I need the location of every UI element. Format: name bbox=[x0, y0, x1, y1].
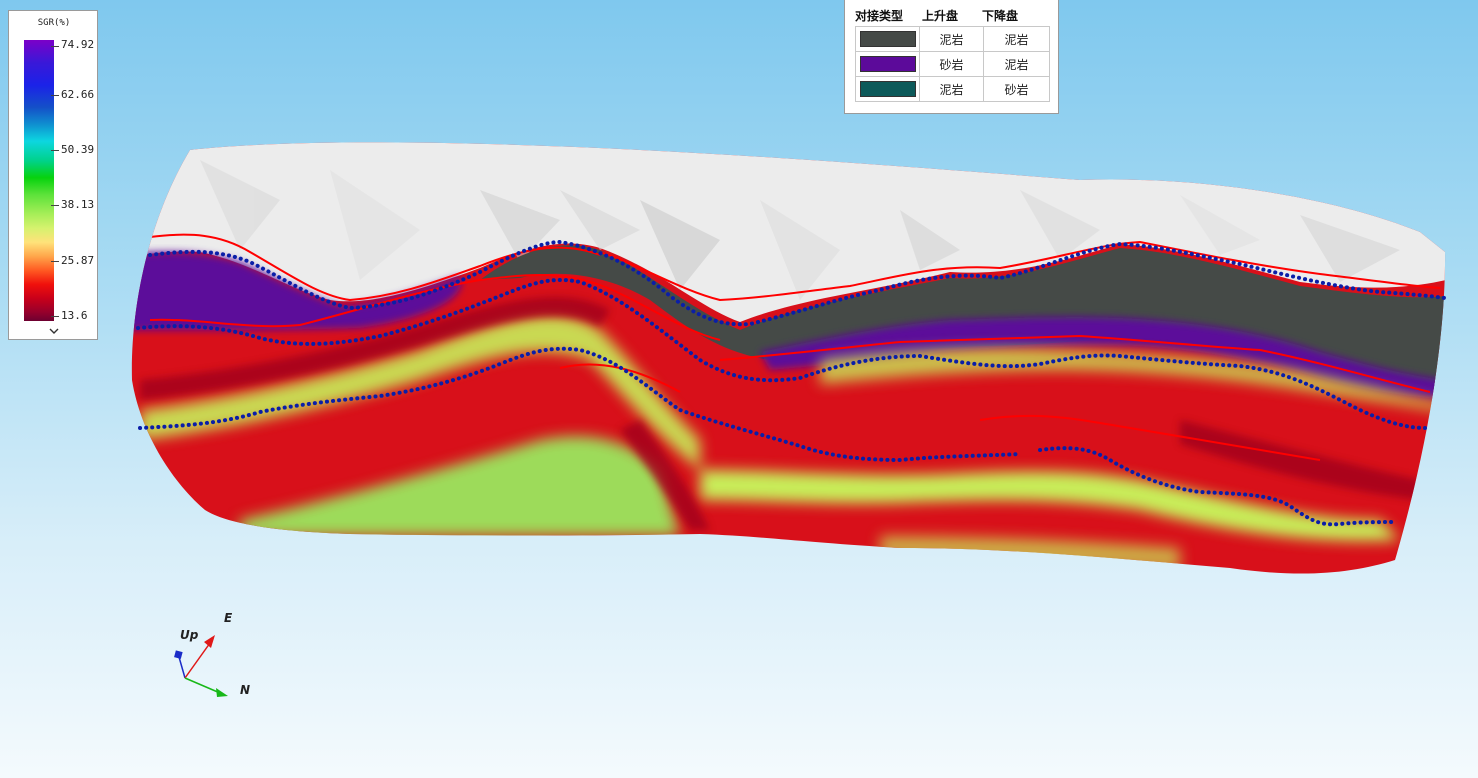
chevron-down-icon[interactable] bbox=[48, 326, 60, 336]
colorbar-tick-mark bbox=[51, 261, 59, 262]
3d-viewport[interactable]: SGR(%) 74.92 62.66 50.39 38.13 25.87 13.… bbox=[0, 0, 1478, 778]
colorbar-tick-mark bbox=[51, 46, 59, 47]
colorbar-tick-label: 13.6 bbox=[61, 309, 88, 322]
colorbar-tick-label: 25.87 bbox=[61, 254, 95, 267]
colorbar-tick-label: 74.92 bbox=[61, 38, 95, 51]
legend-up-cell: 泥岩 bbox=[919, 76, 984, 102]
legend-row: 泥岩 泥岩 bbox=[855, 26, 1050, 52]
legend-header-foot-wall: 下降盘 bbox=[982, 9, 1019, 23]
legend-row: 泥岩 砂岩 bbox=[855, 76, 1050, 102]
legend-color-swatch bbox=[859, 56, 916, 72]
legend-swatch-cell bbox=[855, 76, 920, 102]
axis-label-north: N bbox=[240, 683, 251, 697]
colorbar-tick-mark bbox=[51, 316, 59, 317]
sgr-colorbar-legend[interactable]: SGR(%) 74.92 62.66 50.39 38.13 25.87 13.… bbox=[8, 10, 98, 340]
legend-color-swatch bbox=[859, 81, 916, 97]
colorbar-tick-mark bbox=[51, 95, 59, 96]
colorbar-tick-label: 50.39 bbox=[61, 143, 95, 156]
legend-header-type: 对接类型 bbox=[855, 9, 904, 23]
legend-row: 砂岩 泥岩 bbox=[855, 51, 1050, 77]
legend-swatch-cell bbox=[855, 26, 920, 52]
colorbar-tick-label: 62.66 bbox=[61, 88, 95, 101]
legend-down-cell: 泥岩 bbox=[983, 51, 1050, 77]
legend-up-cell: 砂岩 bbox=[919, 51, 984, 77]
axis-label-east: E bbox=[224, 611, 233, 625]
colorbar-tick-mark bbox=[51, 150, 59, 151]
colorbar-gradient bbox=[24, 40, 54, 321]
legend-header-hanging-wall: 上升盘 bbox=[922, 9, 959, 23]
legend-down-cell: 泥岩 bbox=[983, 26, 1050, 52]
juxtaposition-type-legend: 对接类型 上升盘 下降盘 泥岩 泥岩 砂岩 泥岩 泥岩 砂岩 bbox=[844, 0, 1059, 114]
legend-color-swatch bbox=[859, 31, 916, 47]
colorbar-tick-label: 38.13 bbox=[61, 198, 95, 211]
legend-down-cell: 砂岩 bbox=[983, 76, 1050, 102]
legend-table: 泥岩 泥岩 砂岩 泥岩 泥岩 砂岩 bbox=[855, 26, 1050, 102]
colorbar-tick-mark bbox=[51, 205, 59, 206]
colorbar-title: SGR(%) bbox=[37, 18, 71, 28]
orientation-axes-icon bbox=[174, 635, 228, 697]
legend-up-cell: 泥岩 bbox=[919, 26, 984, 52]
legend-swatch-cell bbox=[855, 51, 920, 77]
axis-label-up: Up bbox=[180, 628, 199, 642]
